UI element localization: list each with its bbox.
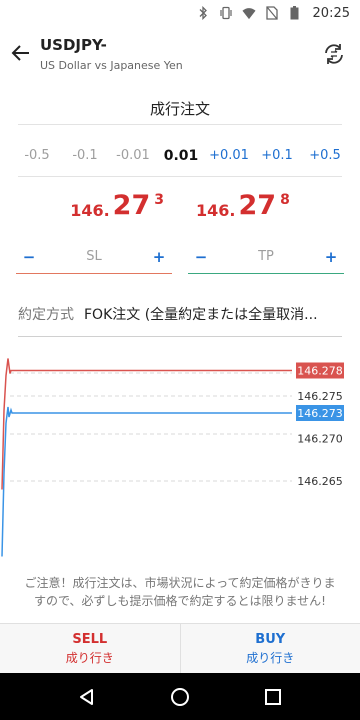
back-triangle-icon [79,688,93,705]
buy-label: BUY [255,631,286,647]
battery-icon [288,6,302,20]
vibrate-icon [219,6,233,20]
take-profit-field[interactable]: − TP + [188,240,344,274]
stop-loss-field[interactable]: − SL + [16,240,172,274]
symbol-title: USDJPY- US Dollar vs Japanese Yen [40,36,183,72]
buy-price-pips: 27 [238,190,277,221]
step-minus-0.01[interactable]: -0.01 [110,148,156,164]
sell-label: SELL [72,631,108,647]
buy-price: 146. 27 8 [196,190,290,221]
ask-series-line [1,358,292,490]
buy-price-fraction: 8 [280,192,290,208]
wifi-icon [241,6,256,20]
refresh-swap-icon [325,44,343,64]
sl-decrease-button[interactable]: − [21,248,37,266]
y-axis-ticks: 146.275 146.270 146.265 [297,390,343,488]
buy-price-prefix: 146. [196,201,236,220]
tick-chart: 146.278 146.273 146.275 146.270 146.265 [1,358,344,557]
buy-button[interactable]: BUY 成り行き [181,624,360,673]
status-bar: 20:25 [0,0,360,26]
series-lines [1,358,292,557]
sl-increase-button[interactable]: + [151,248,167,266]
step-plus-0.1[interactable]: +0.1 [254,148,300,164]
execution-value: FOK注文 (全量約定または全量取消... [84,307,318,323]
bid-price-tag: 146.273 [297,407,343,420]
bid-series-line [1,406,292,557]
sell-button[interactable]: SELL 成り行き [0,624,181,673]
status-time: 20:25 [312,5,350,21]
symbol-name: USDJPY- [40,36,107,54]
tp-decrease-button[interactable]: − [193,248,209,266]
sell-price-fraction: 3 [154,192,164,208]
volume-stepper: -0.5 -0.1 -0.01 0.01 +0.01 +0.1 +0.5 [14,148,348,164]
order-type-selector[interactable]: 成行注文 [0,98,360,119]
arrow-left-icon [11,45,29,61]
system-nav-bar [0,673,360,720]
sell-price: 146. 27 3 [70,190,164,221]
y-tick-label: 146.275 [297,390,343,403]
ask-price-tag: 146.278 [297,365,343,378]
sell-price-prefix: 146. [70,201,110,220]
volume-value[interactable]: 0.01 [158,148,204,164]
divider [18,124,342,125]
execution-label: 約定方式 [18,307,74,323]
buy-sublabel: 成り行き [246,650,295,665]
divider [18,336,342,337]
step-plus-0.01[interactable]: +0.01 [206,148,252,164]
nav-back-button[interactable] [67,677,107,717]
tp-label: TP [258,249,274,264]
sim-off-icon [265,6,279,20]
step-minus-0.1[interactable]: -0.1 [62,148,108,164]
nav-home-button[interactable] [160,677,200,717]
order-actions: SELL 成り行き BUY 成り行き [0,623,360,673]
notice-line: ご注意！成行注文は、市場状況によって約定価格がきりま [24,576,336,590]
divider [18,176,342,177]
market-order-notice: ご注意！成行注文は、市場状況によって約定価格がきりま すので、必ずしも提示価格で… [18,574,342,610]
execution-mode-selector[interactable]: 約定方式 FOK注文 (全量約定または全量取消... [18,302,342,326]
tp-increase-button[interactable]: + [323,248,339,266]
nav-recents-button[interactable] [253,677,293,717]
switch-symbol-button[interactable] [320,40,348,68]
y-tick-label: 146.265 [297,475,343,488]
recents-square-icon [265,688,282,705]
symbol-description: US Dollar vs Japanese Yen [40,59,183,72]
bluetooth-icon [196,6,210,20]
sell-price-pips: 27 [112,190,151,221]
y-tick-label: 146.270 [297,433,343,446]
grid-lines [10,372,292,482]
home-circle-icon [170,687,189,706]
notice-line: すので、必ずしも提示価格で約定するとは限りません! [34,594,326,608]
back-button[interactable] [6,38,36,68]
sell-sublabel: 成り行き [65,650,114,665]
quote-prices: 146. 27 3 146. 27 8 [0,190,360,221]
step-plus-0.5[interactable]: +0.5 [302,148,348,164]
step-minus-0.5[interactable]: -0.5 [14,148,60,164]
app-bar: USDJPY- US Dollar vs Japanese Yen [0,26,360,82]
sl-label: SL [86,249,102,264]
